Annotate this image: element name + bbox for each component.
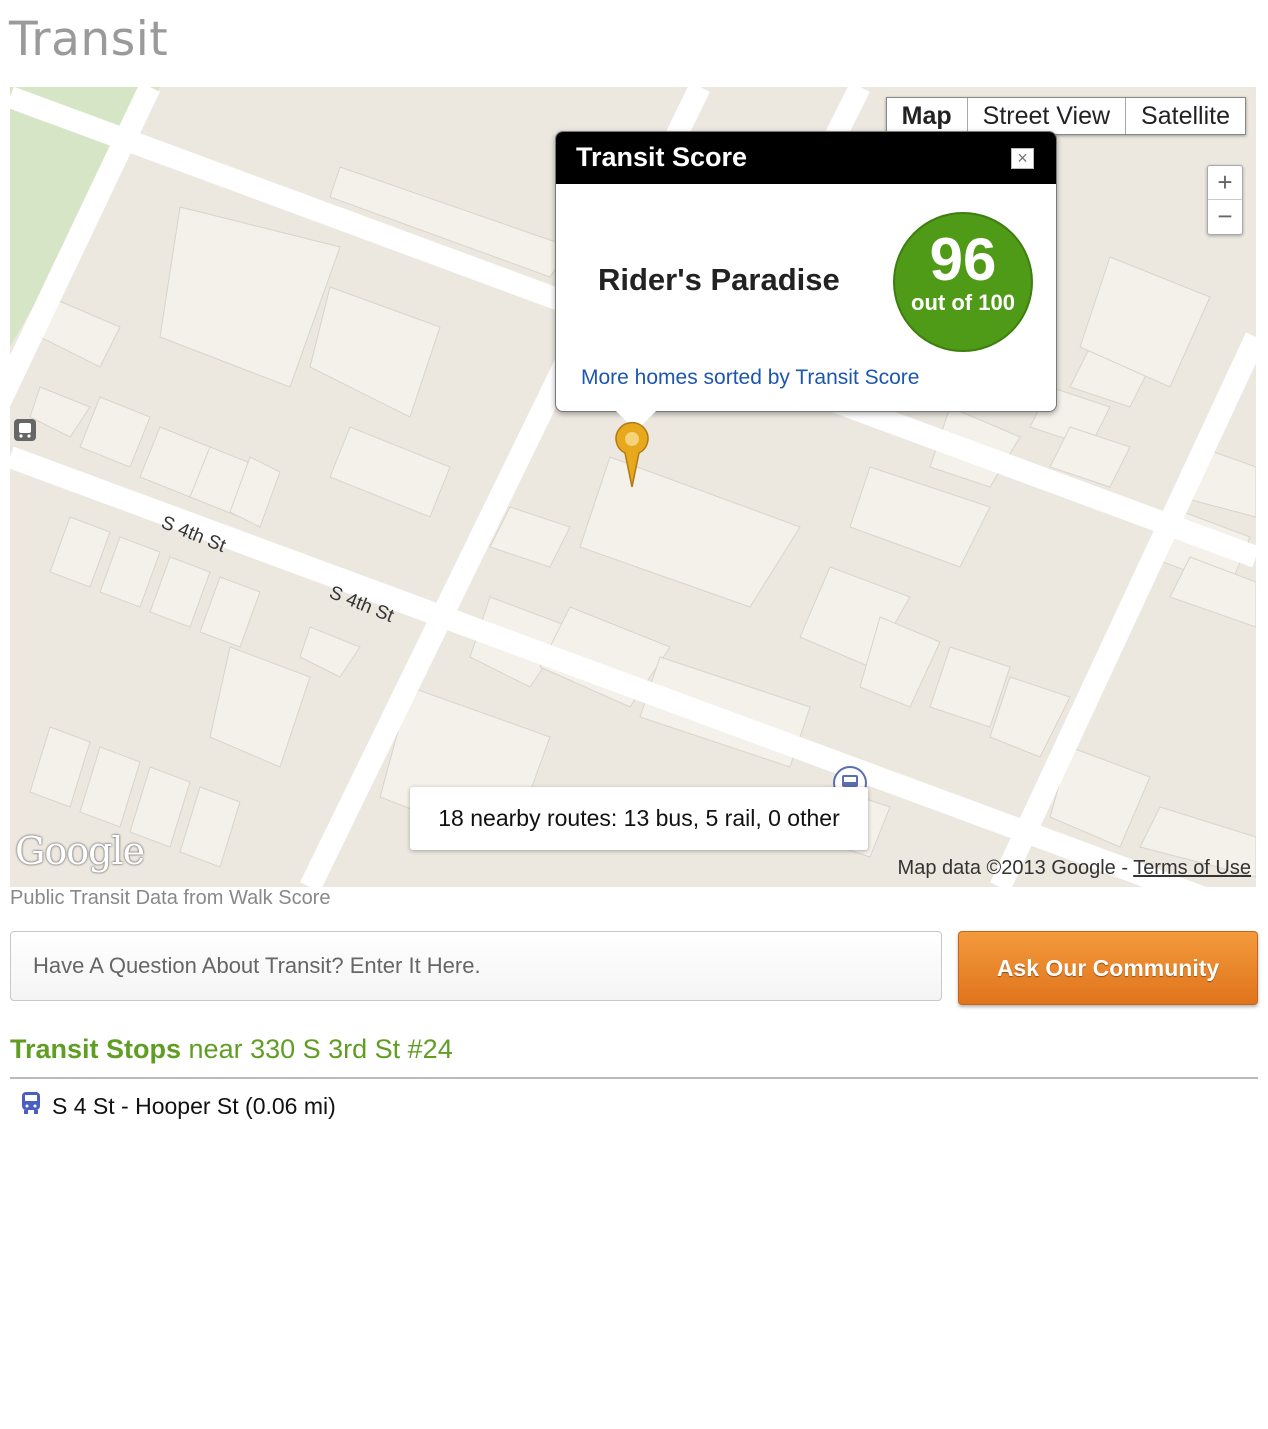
bus-stop-marker-icon[interactable]	[13, 418, 37, 447]
close-icon[interactable]: ×	[1011, 148, 1034, 169]
list-item[interactable]: S 4 St - Hooper St (0.06 mi)	[20, 1090, 336, 1122]
bus-icon	[20, 1090, 42, 1122]
zoom-out-button[interactable]: −	[1208, 199, 1242, 233]
score-description: Rider's Paradise	[598, 262, 840, 297]
location-pin-icon[interactable]	[612, 415, 652, 496]
popup-header: Transit Score ×	[556, 132, 1056, 184]
score-value: 96	[929, 226, 997, 293]
ask-community-button[interactable]: Ask Our Community	[958, 931, 1258, 1005]
terms-of-use-link[interactable]: Terms of Use	[1133, 857, 1251, 879]
score-badge: 96 out of 100	[893, 212, 1033, 352]
map-type-street-view-button[interactable]: Street View	[966, 98, 1125, 134]
divider	[10, 1077, 1258, 1079]
transit-score-popup: Transit Score × Rider's Paradise 96 out …	[555, 131, 1057, 431]
transit-stops-heading: Transit Stops near 330 S 3rd St #24	[10, 1034, 453, 1065]
zoom-in-button[interactable]: +	[1208, 166, 1242, 199]
more-homes-link[interactable]: More homes sorted by Transit Score	[581, 366, 919, 390]
question-input[interactable]	[10, 931, 942, 1001]
map-type-satellite-button[interactable]: Satellite	[1125, 98, 1245, 134]
zoom-control: + −	[1207, 165, 1243, 235]
score-scale: out of 100	[911, 290, 1015, 315]
map-type-map-button[interactable]: Map	[887, 98, 967, 134]
data-credit: Public Transit Data from Walk Score	[10, 887, 331, 909]
map-type-control: Map Street View Satellite	[885, 97, 1246, 135]
nearby-routes-summary: 18 nearby routes: 13 bus, 5 rail, 0 othe…	[410, 787, 868, 850]
page-title: Transit	[9, 12, 169, 67]
map-data-text: Map data ©2013 Google -	[897, 857, 1134, 879]
popup-title: Transit Score	[576, 142, 748, 172]
stop-label: S 4 St - Hooper St (0.06 mi)	[52, 1092, 336, 1119]
transit-map[interactable]: S 4th St S 4th St Map Street View Satell…	[10, 87, 1256, 887]
google-logo: Google	[15, 829, 145, 873]
heading-address: near 330 S 3rd St #24	[181, 1034, 453, 1064]
heading-bold: Transit Stops	[10, 1034, 182, 1064]
map-attribution: Map data ©2013 Google - Terms of Use	[898, 857, 1251, 880]
